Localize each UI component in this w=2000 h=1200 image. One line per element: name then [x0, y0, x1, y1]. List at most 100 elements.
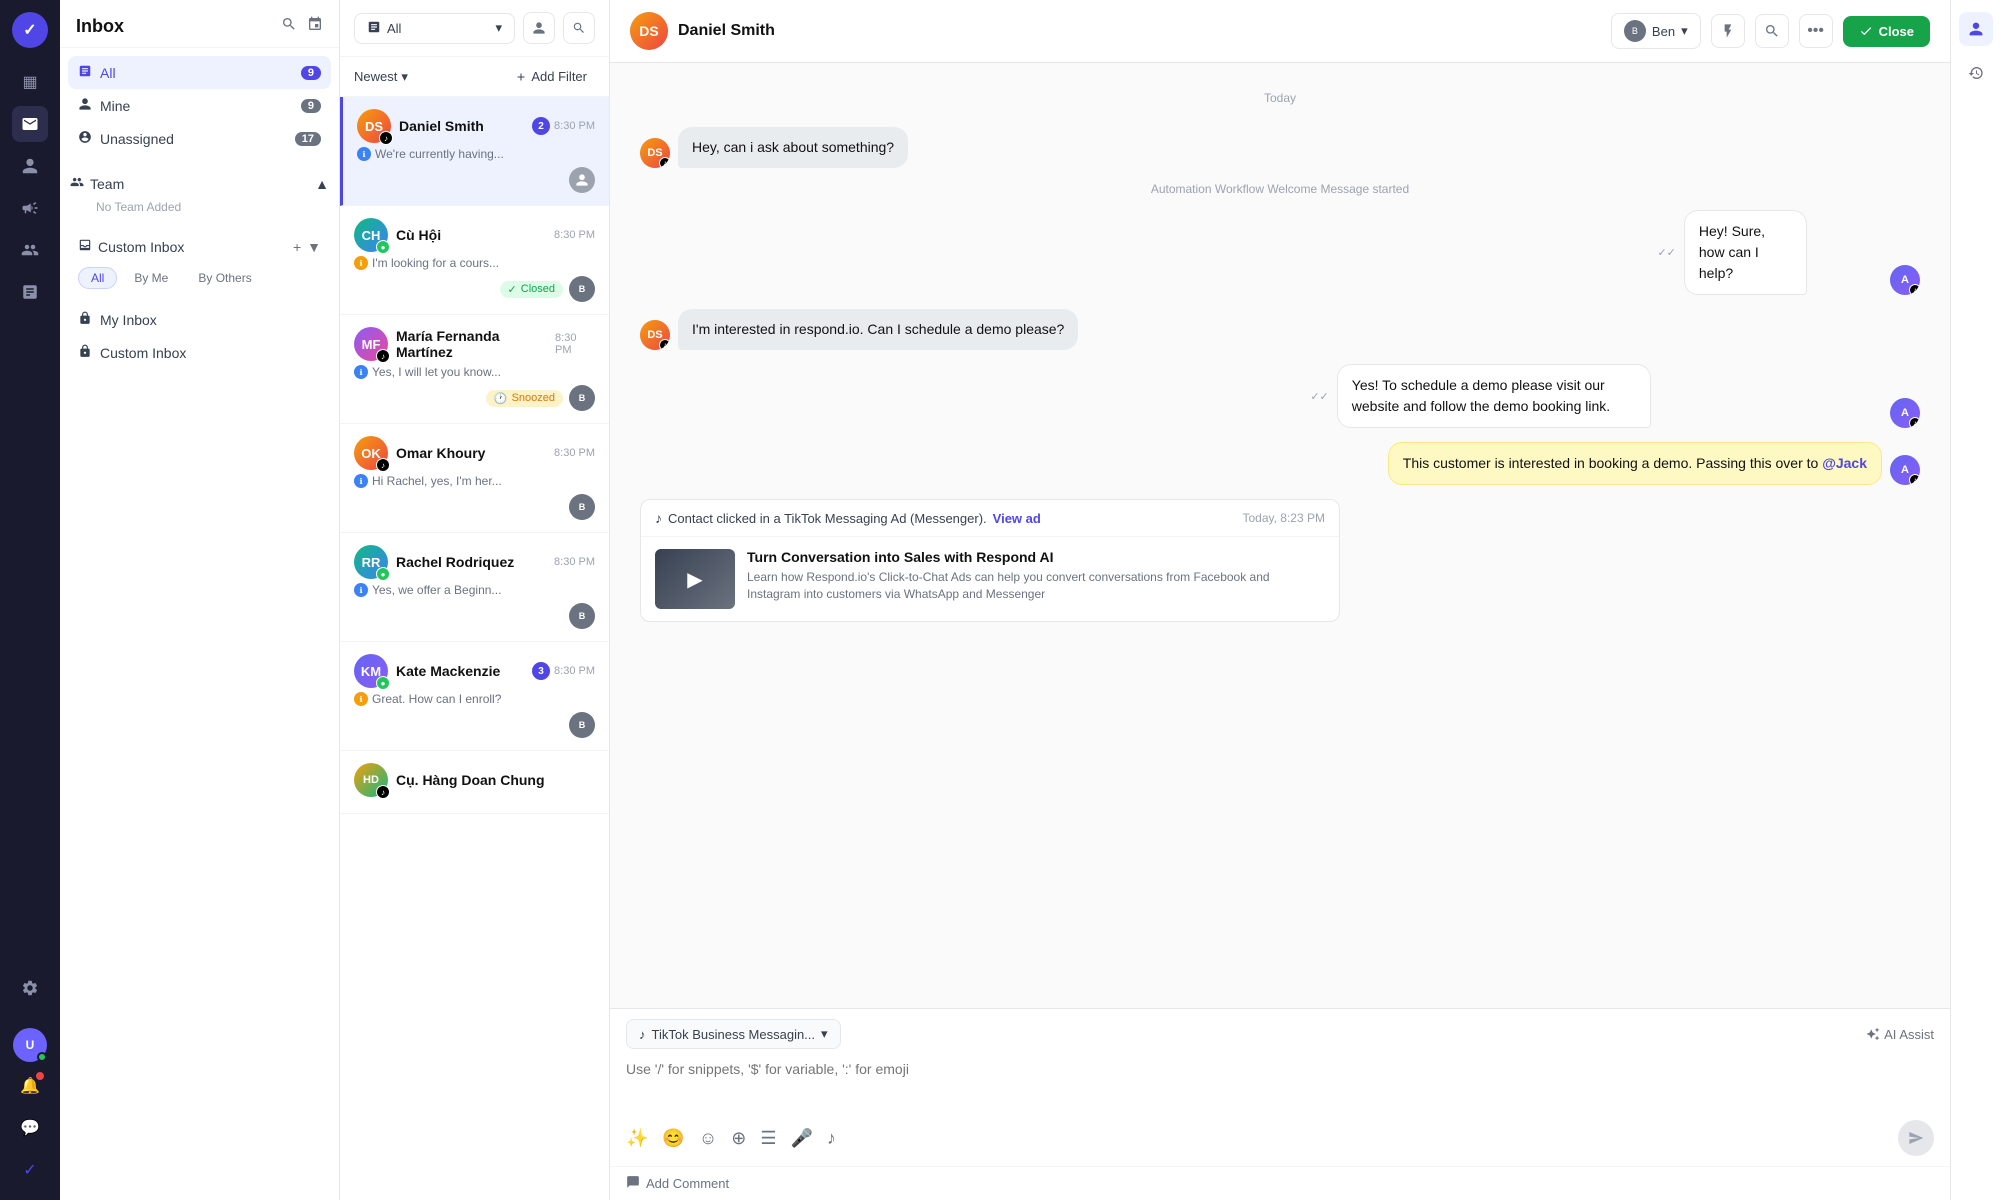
help-icon[interactable]: 💬: [12, 1110, 48, 1146]
agent-view-icon[interactable]: [523, 12, 555, 44]
chevron-down-custom-icon[interactable]: ▼: [307, 239, 321, 255]
right-contact-icon[interactable]: [1959, 12, 1993, 46]
chat-main: DS Daniel Smith B Ben ▾ ••• Close Tod: [610, 0, 1950, 1200]
lightning-icon[interactable]: [1711, 14, 1745, 48]
agent-selector[interactable]: B Ben ▾: [1611, 13, 1701, 49]
unread-badge: 2: [532, 117, 550, 135]
no-team-text: No Team Added: [70, 198, 329, 220]
nav-settings-icon[interactable]: [12, 970, 48, 1006]
conv-search-icon[interactable]: [563, 12, 595, 44]
conversation-list: All ▾ Newest ▾ Add Filter DS ♪: [340, 0, 610, 1200]
tab-by-others[interactable]: By Others: [185, 267, 264, 289]
tiktok-channel-icon: ♪: [639, 1027, 646, 1042]
nav-campaigns-icon[interactable]: [12, 190, 48, 226]
inbox-box-icon: [78, 238, 92, 255]
conv-item-rachel[interactable]: RR ● Rachel Rodriquez 8:30 PM ℹ Yes, we …: [340, 533, 609, 642]
team-header[interactable]: Team ▲: [70, 169, 329, 198]
nav-all[interactable]: All 9: [68, 56, 331, 89]
msg-avatar-daniel: DS ♪: [640, 138, 670, 168]
tab-by-me[interactable]: By Me: [121, 267, 181, 289]
nav-reports-icon[interactable]: [12, 274, 48, 310]
snoozed-badge: 🕐 Snoozed: [486, 390, 563, 407]
add-custom-inbox-icon[interactable]: +: [293, 239, 301, 255]
notifications-icon[interactable]: 🔔: [12, 1068, 48, 1104]
my-inbox-item[interactable]: My Inbox: [68, 303, 331, 336]
ad-card-body: ▶ Turn Conversation into Sales with Resp…: [641, 537, 1339, 621]
conv-item-maria[interactable]: MF ♪ María Fernanda Martínez 8:30 PM ℹ Y…: [340, 315, 609, 424]
msg-4: ✓✓ Yes! To schedule a demo please visit …: [640, 364, 1920, 428]
gif-icon[interactable]: ⊕: [731, 1128, 746, 1149]
nav-grid-icon[interactable]: ▦: [12, 64, 48, 100]
sort-arrow: ▾: [401, 69, 408, 85]
audio-icon[interactable]: 🎤: [790, 1128, 812, 1149]
msg-1: DS ♪ Hey, can i ask about something?: [640, 127, 1920, 168]
view-ad-link[interactable]: View ad: [993, 511, 1041, 526]
msg-5: This customer is interested in booking a…: [640, 442, 1920, 485]
nav-team-icon[interactable]: [12, 232, 48, 268]
tiktok-tool-icon[interactable]: ♪: [827, 1128, 836, 1149]
chat-header-right: B Ben ▾ ••• Close: [1611, 13, 1930, 49]
ai-assist-button[interactable]: AI Assist: [1866, 1027, 1934, 1042]
send-button[interactable]: [1898, 1120, 1934, 1156]
custom-inbox-header[interactable]: Custom Inbox + ▼: [68, 230, 331, 263]
chat-header-left: DS Daniel Smith: [630, 12, 775, 50]
conv-item-cu[interactable]: CH ● Cù Hội 8:30 PM ℹ I'm looking for a …: [340, 206, 609, 315]
tiktok-ad-card: ♪ Contact clicked in a TikTok Messaging …: [640, 499, 1340, 622]
contact-name: Daniel Smith: [678, 22, 775, 40]
sticker-icon[interactable]: ☺: [699, 1128, 717, 1149]
msg-avatar-agent1: A ♪: [1890, 265, 1920, 295]
sparkle-icon[interactable]: ✨: [626, 1128, 648, 1149]
logo-icon[interactable]: ✓: [12, 12, 48, 48]
tab-all[interactable]: All: [78, 267, 117, 289]
lock2-icon: [78, 344, 92, 361]
tasks-icon[interactable]: ✓: [12, 1152, 48, 1188]
closed-badge: ✓ Closed: [500, 281, 563, 298]
template-icon[interactable]: ☰: [760, 1128, 776, 1149]
close-button[interactable]: Close: [1843, 16, 1930, 47]
add-comment-row[interactable]: Add Comment: [610, 1166, 1950, 1200]
conv-item-daniel[interactable]: DS ♪ Daniel Smith 2 8:30 PM ℹ We're curr…: [340, 97, 609, 206]
chevron-up-icon: ▲: [315, 176, 329, 192]
sidebar-header: Inbox: [60, 0, 339, 48]
msg-bubble-5: This customer is interested in booking a…: [1388, 442, 1882, 485]
custom-inbox-item[interactable]: Custom Inbox: [68, 336, 331, 369]
channel-select[interactable]: ♪ TikTok Business Messagin... ▾: [626, 1019, 841, 1049]
msg-avatar-agent2: A ♪: [1890, 398, 1920, 428]
filter-dropdown[interactable]: All ▾: [354, 13, 515, 44]
platform-tiktok: ♪: [376, 349, 390, 363]
nav-mine[interactable]: Mine 9: [68, 89, 331, 122]
nav-unassigned[interactable]: Unassigned 17: [68, 122, 331, 155]
nav-contacts-icon[interactable]: [12, 148, 48, 184]
sidebar-nav: All 9 Mine 9 Unassigned 17: [60, 48, 339, 163]
lock-icon: [78, 311, 92, 328]
compose-toolbar-left: ✨ 😊 ☺ ⊕ ☰ 🎤 ♪: [626, 1128, 836, 1149]
conv-item-omar[interactable]: OK ♪ Omar Khoury 8:30 PM ℹ Hi Rachel, ye…: [340, 424, 609, 533]
compose-input[interactable]: [626, 1057, 1934, 1107]
msg-bubble-4: Yes! To schedule a demo please visit our…: [1337, 364, 1651, 428]
msg-2: ✓✓ Hey! Sure, how can I help? A ♪: [640, 210, 1920, 295]
sort-button[interactable]: Newest ▾: [354, 69, 408, 85]
chat-search-icon[interactable]: [1755, 14, 1789, 48]
search-icon[interactable]: [281, 16, 297, 37]
user-avatar[interactable]: U: [13, 1028, 47, 1062]
platform-tiktok3: ♪: [376, 785, 390, 799]
conv-item-hang[interactable]: HD ♪ Cụ. Hàng Doan Chung: [340, 751, 609, 814]
conv-item-kate[interactable]: KM ● Kate Mackenzie 3 8:30 PM ℹ Great. H…: [340, 642, 609, 751]
right-history-icon[interactable]: [1959, 56, 1993, 90]
add-filter-button[interactable]: Add Filter: [507, 65, 595, 88]
inbox-items: My Inbox Custom Inbox: [60, 299, 339, 373]
ad-thumbnail: ▶: [655, 549, 735, 609]
dropdown-arrow: ▾: [495, 20, 502, 36]
msg-avatar-agent3: A ♪: [1890, 455, 1920, 485]
msg-3: DS ♪ I'm interested in respond.io. Can I…: [640, 309, 1920, 350]
sidebar: Inbox All 9 Mine: [60, 0, 340, 1200]
nav-inbox-icon[interactable]: [12, 106, 48, 142]
emoji-icon[interactable]: 😊: [662, 1128, 684, 1149]
platform-wa: ●: [376, 240, 390, 254]
compose-icon[interactable]: [307, 16, 323, 37]
conv-list-header: All ▾: [340, 0, 609, 57]
more-options-icon[interactable]: •••: [1799, 14, 1833, 48]
msg-bubble-1: Hey, can i ask about something?: [678, 127, 908, 168]
tiktok-ad-icon: ♪: [655, 510, 662, 526]
platform-tiktok2: ♪: [376, 458, 390, 472]
